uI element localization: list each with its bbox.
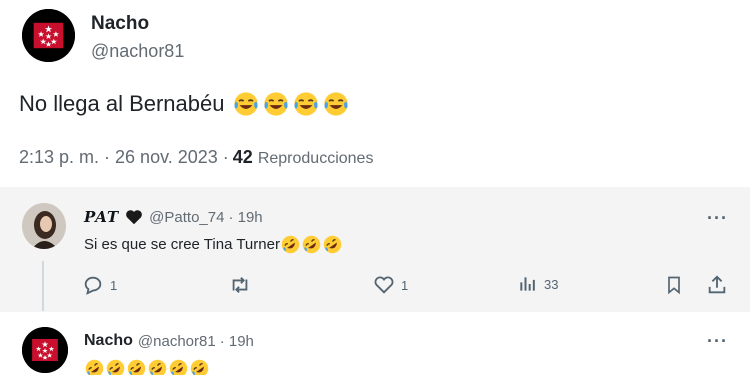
reply-author-handle[interactable]: @nachor81 xyxy=(138,333,216,350)
reply-text: Si es que se cree Tina Turner xyxy=(84,234,343,255)
more-options-icon[interactable]: ··· xyxy=(707,208,728,229)
reply-button[interactable]: 1 xyxy=(82,274,117,296)
more-options-icon[interactable]: ··· xyxy=(707,331,728,352)
reply-time[interactable]: · 19h xyxy=(220,333,254,350)
avatar[interactable] xyxy=(22,203,66,249)
reply-author-name[interactable]: Nacho xyxy=(84,332,133,350)
rolling-on-floor-laughing-icon xyxy=(168,358,189,375)
author-handle[interactable]: @nachor81 xyxy=(91,41,184,62)
reply-header: PAT @Patto_74 · 19h xyxy=(84,208,263,226)
tweet-text-body: No llega al Bernabéu xyxy=(19,91,225,116)
rolling-on-floor-laughing-icon xyxy=(126,358,147,375)
madrid-flag-icon xyxy=(22,327,68,373)
retweet-button[interactable] xyxy=(228,274,252,296)
madrid-flag-icon xyxy=(22,9,75,62)
views-label: Reproducciones xyxy=(257,150,374,167)
face-with-tears-of-joy-icon xyxy=(292,90,320,118)
bar-chart-icon xyxy=(520,277,535,291)
views-count: 33 xyxy=(544,276,559,292)
timestamp[interactable]: 2:13 p. m. · 26 nov. 2023 · xyxy=(19,147,229,168)
rolling-on-floor-laughing-icon xyxy=(322,234,343,255)
heart-outline-icon xyxy=(374,276,394,294)
author-name[interactable]: Nacho xyxy=(91,13,149,35)
reply-text-body: Si es que se cree Tina Turner xyxy=(84,236,280,253)
bookmark-icon xyxy=(668,276,680,295)
views-button[interactable]: 33 xyxy=(518,274,558,294)
tweet-meta: 2:13 p. m. · 26 nov. 2023 · 42 Reproducc… xyxy=(19,147,373,168)
reply-time[interactable]: · 19h xyxy=(228,209,262,226)
face-with-tears-of-joy-icon xyxy=(322,90,350,118)
reply-author-handle[interactable]: @Patto_74 xyxy=(149,209,224,226)
avatar[interactable] xyxy=(22,9,75,62)
rolling-on-floor-laughing-icon xyxy=(301,234,322,255)
rolling-on-floor-laughing-icon xyxy=(147,358,168,375)
retweet-icon xyxy=(232,277,248,293)
reply-text xyxy=(84,358,210,375)
avatar[interactable] xyxy=(22,327,68,373)
bookmark-button[interactable] xyxy=(664,274,684,296)
comment-icon xyxy=(84,276,102,295)
share-icon xyxy=(708,275,726,294)
profile-photo-icon xyxy=(22,203,66,249)
main-tweet: Nacho @nachor81 No llega al Bernabéu 2:1… xyxy=(0,0,750,185)
like-button[interactable]: 1 xyxy=(373,274,408,296)
rolling-on-floor-laughing-icon xyxy=(84,358,105,375)
rolling-on-floor-laughing-icon xyxy=(280,234,301,255)
reply-header: Nacho @nachor81 · 19h xyxy=(84,332,254,350)
reply-actions: 1 1 33 xyxy=(0,274,750,300)
share-button[interactable] xyxy=(706,274,728,296)
like-count: 1 xyxy=(401,277,409,293)
tweet-text: No llega al Bernabéu xyxy=(19,90,350,118)
rolling-on-floor-laughing-icon xyxy=(189,358,210,375)
tweet-emojis xyxy=(232,90,350,118)
black-heart-icon xyxy=(125,209,143,225)
face-with-tears-of-joy-icon xyxy=(232,90,260,118)
reply-count: 1 xyxy=(110,277,118,293)
face-with-tears-of-joy-icon xyxy=(262,90,290,118)
reply-author-name[interactable]: PAT xyxy=(84,208,119,226)
views-count: 42 xyxy=(232,147,253,167)
rolling-on-floor-laughing-icon xyxy=(105,358,126,375)
